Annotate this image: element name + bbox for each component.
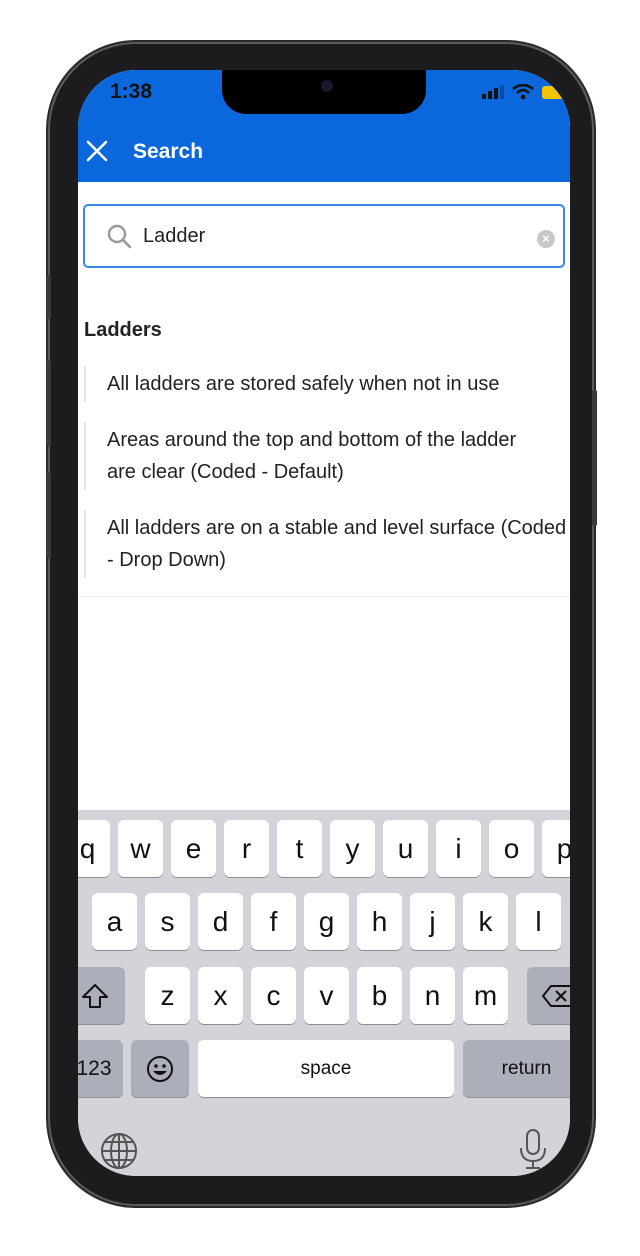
keyboard: 123 space return qwertyuiop asdfghjkl zxcv… [78, 810, 570, 1176]
key-t[interactable]: t [277, 820, 322, 877]
close-icon[interactable] [86, 140, 108, 162]
key-j[interactable]: j [410, 893, 455, 950]
shift-icon [82, 983, 108, 1008]
key-h[interactable]: h [357, 893, 402, 950]
key-o[interactable]: o [489, 820, 534, 877]
microphone-icon[interactable] [518, 1128, 548, 1170]
page-title: Search [133, 140, 204, 163]
search-icon [107, 224, 132, 249]
key-y[interactable]: y [330, 820, 375, 877]
camera-icon [321, 80, 333, 92]
backspace-key[interactable] [527, 967, 570, 1024]
globe-icon[interactable] [100, 1132, 138, 1170]
key-m[interactable]: m [463, 967, 508, 1024]
key-x[interactable]: x [198, 967, 243, 1024]
signal-icon [482, 85, 504, 99]
key-p[interactable]: p [542, 820, 570, 877]
return-key[interactable]: return [463, 1040, 570, 1097]
search-field[interactable]: × [83, 204, 565, 268]
power-button [592, 390, 597, 526]
emoji-key[interactable] [131, 1040, 189, 1097]
notch [222, 70, 426, 114]
key-e[interactable]: e [171, 820, 216, 877]
status-time: 1:38 [110, 80, 153, 103]
phone-screen: 1:38 Search × Ladders All ladders are st… [78, 70, 570, 1176]
key-z[interactable]: z [145, 967, 190, 1024]
list-item[interactable]: All ladders are stored safely when not i… [84, 366, 567, 402]
key-q[interactable]: q [78, 820, 110, 877]
key-v[interactable]: v [304, 967, 349, 1024]
key-l[interactable]: l [516, 893, 561, 950]
backspace-icon [542, 984, 570, 1007]
clear-icon[interactable]: × [537, 230, 555, 248]
emoji-icon [147, 1055, 173, 1082]
key-b[interactable]: b [357, 967, 402, 1024]
battery-icon [542, 85, 570, 99]
key-g[interactable]: g [304, 893, 349, 950]
list-item[interactable]: Areas around the top and bottom of the l… [84, 422, 527, 490]
key-r[interactable]: r [224, 820, 269, 877]
key-f[interactable]: f [251, 893, 296, 950]
key-w[interactable]: w [118, 820, 163, 877]
numbers-key[interactable]: 123 [78, 1040, 123, 1097]
shift-key[interactable] [78, 967, 125, 1024]
key-u[interactable]: u [383, 820, 428, 877]
key-i[interactable]: i [436, 820, 481, 877]
key-c[interactable]: c [251, 967, 296, 1024]
wifi-icon [512, 84, 534, 100]
status-icons [482, 84, 570, 100]
volume-up-button [46, 360, 51, 446]
mute-switch [46, 275, 51, 319]
key-a[interactable]: a [92, 893, 137, 950]
volume-down-button [46, 472, 51, 558]
app-header: 1:38 Search [78, 70, 570, 182]
key-d[interactable]: d [198, 893, 243, 950]
key-k[interactable]: k [463, 893, 508, 950]
results-list: All ladders are stored safely when not i… [84, 366, 567, 598]
divider [78, 596, 570, 597]
space-key[interactable]: space [198, 1040, 454, 1097]
list-item[interactable]: All ladders are on a stable and level su… [84, 510, 567, 578]
search-input[interactable] [143, 206, 523, 266]
section-title: Ladders [84, 319, 162, 341]
key-s[interactable]: s [145, 893, 190, 950]
key-n[interactable]: n [410, 967, 455, 1024]
